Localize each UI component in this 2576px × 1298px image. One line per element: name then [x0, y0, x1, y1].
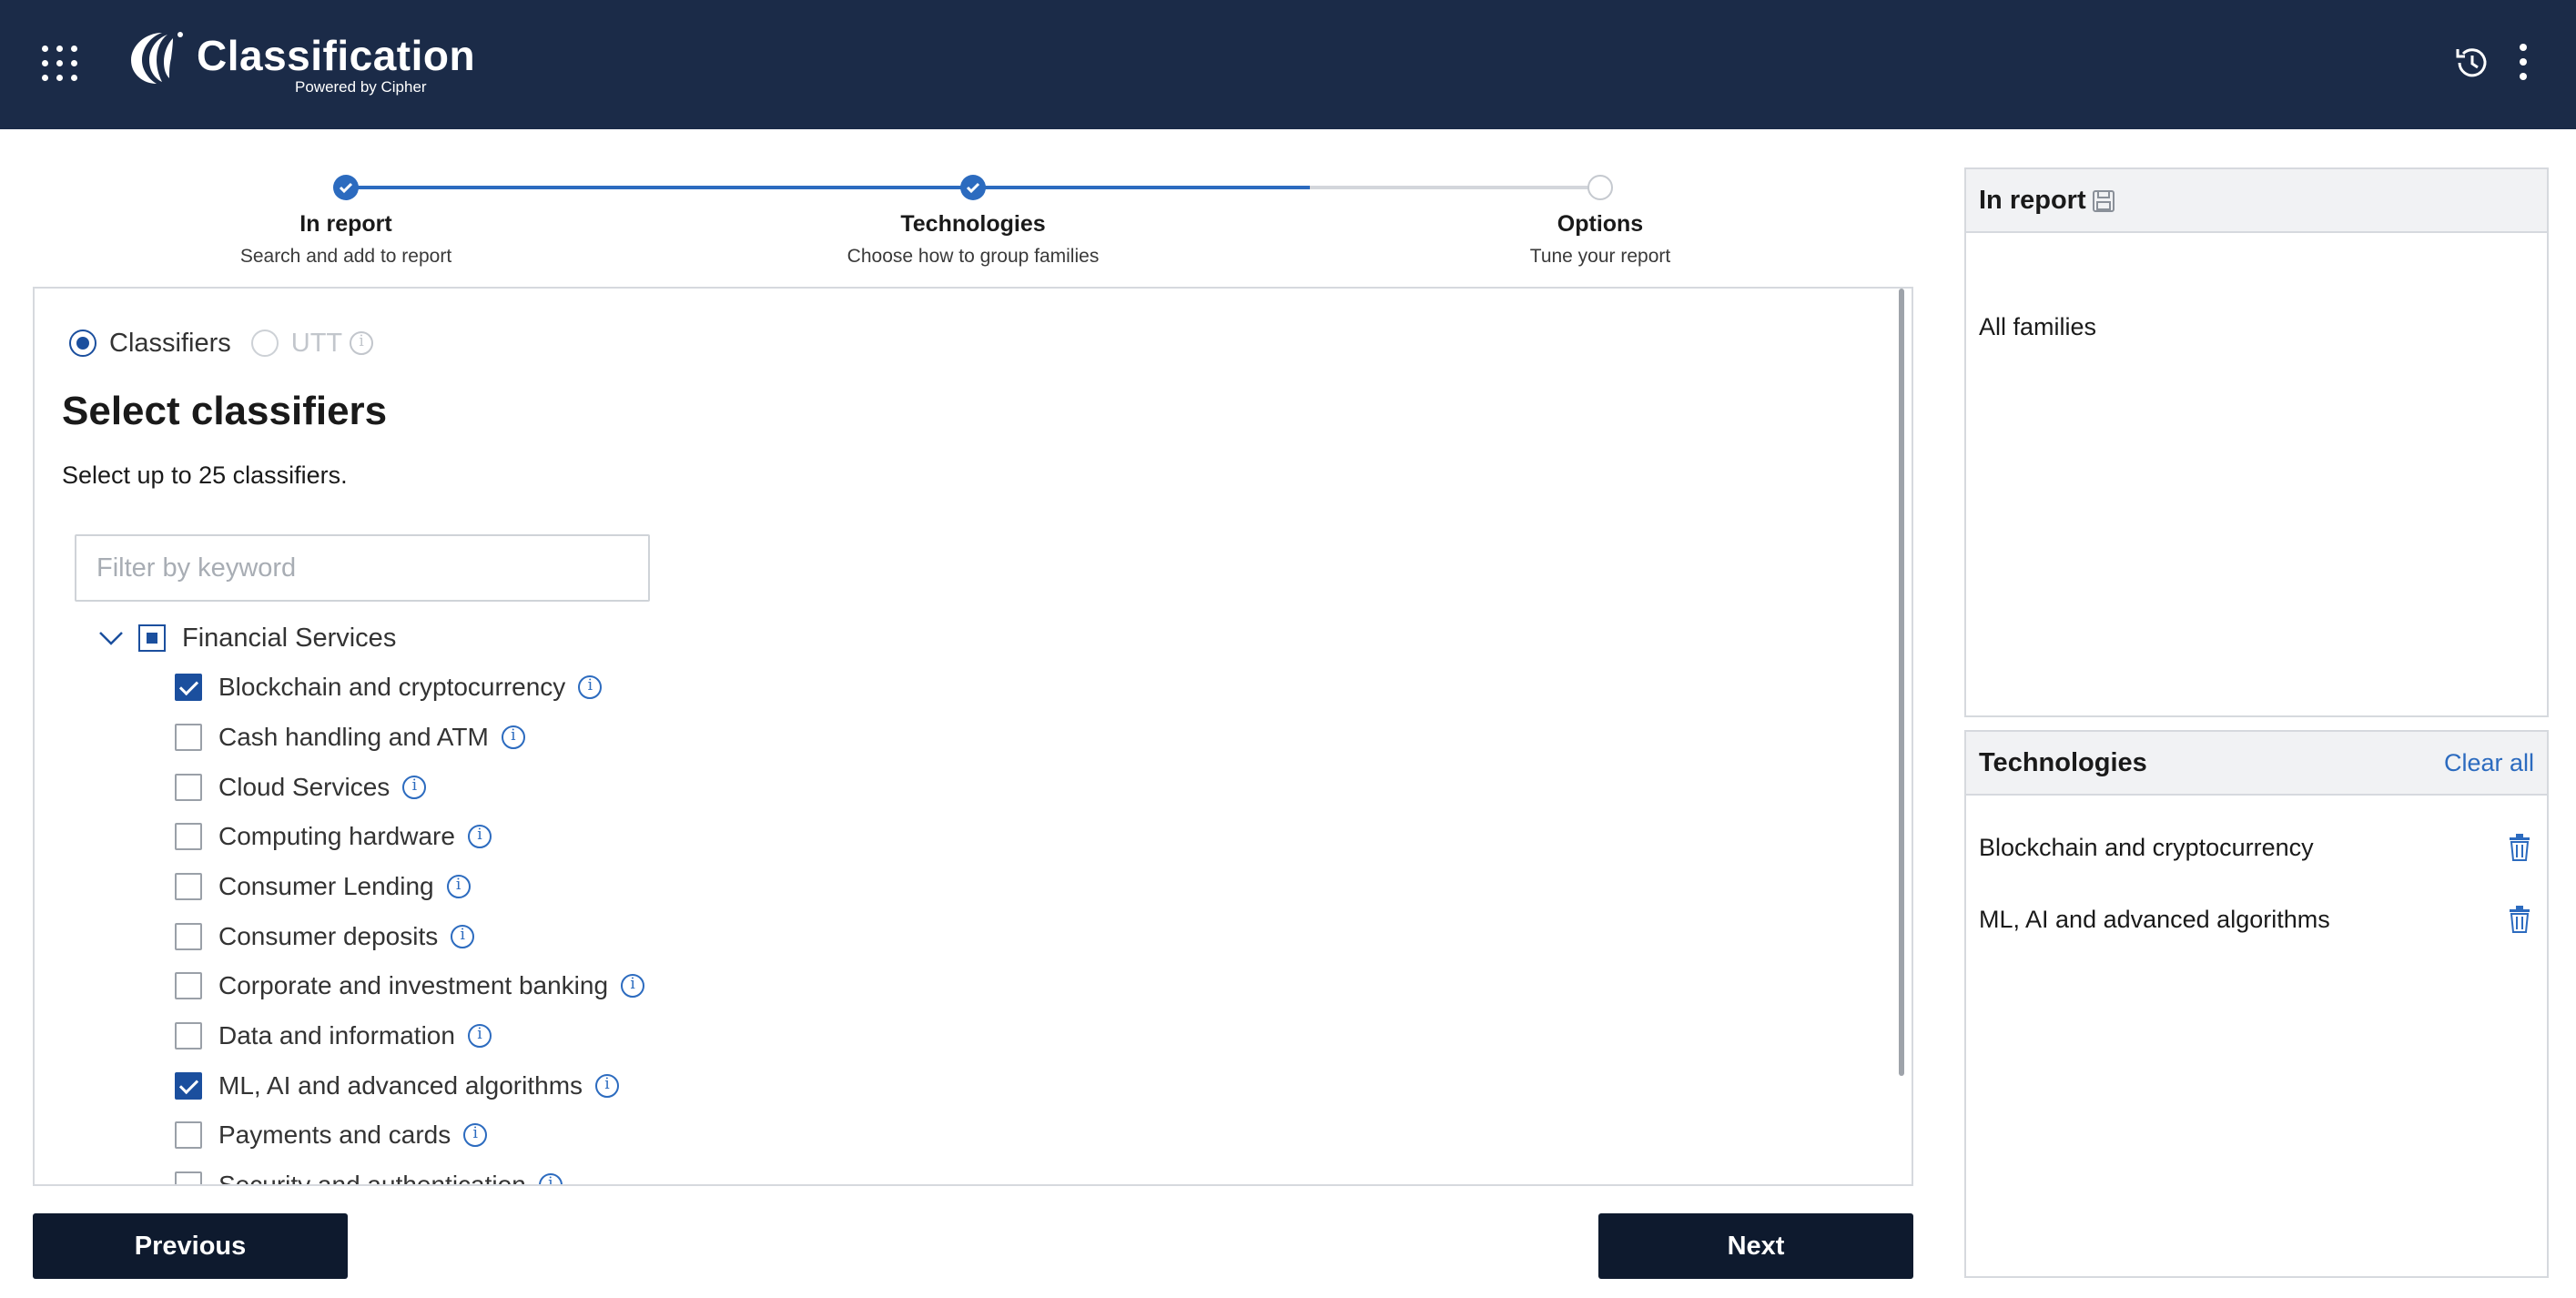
info-icon[interactable] — [463, 1123, 488, 1147]
item-checkbox[interactable] — [175, 724, 202, 751]
step-connector-done — [346, 186, 973, 189]
item-checkbox[interactable] — [175, 1171, 202, 1184]
utt-info-icon[interactable] — [350, 331, 374, 355]
info-icon[interactable] — [578, 675, 603, 699]
step-2-subtitle: Choose how to group families — [847, 246, 1100, 267]
item-label[interactable]: Consumer Lending — [218, 872, 434, 901]
list-item[interactable]: Computing hardware — [175, 818, 492, 855]
item-checkbox[interactable] — [175, 674, 202, 701]
list-item[interactable]: Consumer deposits — [175, 918, 475, 955]
item-label[interactable]: Blockchain and cryptocurrency — [218, 673, 565, 702]
step-connector-progress — [973, 186, 1310, 189]
radio-utt-label: UTT — [290, 328, 343, 358]
save-icon[interactable] — [2092, 189, 2115, 213]
item-checkbox[interactable] — [175, 1121, 202, 1149]
radio-classifiers[interactable] — [69, 330, 96, 357]
item-label[interactable]: Data and information — [218, 1021, 455, 1050]
info-icon[interactable] — [467, 1024, 492, 1048]
group-label[interactable]: Financial Services — [182, 624, 396, 654]
radio-classifiers-label[interactable]: Classifiers — [109, 329, 231, 359]
in-report-panel: In report All families — [1964, 167, 2549, 717]
in-report-content: All families — [1979, 313, 2097, 340]
classifier-panel: Classifiers UTT Select classifiers Selec… — [33, 287, 1913, 1186]
item-label[interactable]: Cloud Services — [218, 773, 390, 802]
info-icon[interactable] — [501, 725, 525, 749]
section-description: Select up to 25 classifiers. — [62, 461, 348, 489]
step-2-check-icon — [960, 175, 986, 200]
item-checkbox[interactable] — [175, 873, 202, 900]
clear-all-link[interactable]: Clear all — [2444, 749, 2534, 777]
trash-icon[interactable] — [2509, 834, 2530, 861]
top-bar: Classification Powered by Cipher — [0, 0, 2576, 129]
info-icon[interactable] — [451, 925, 475, 948]
list-item[interactable]: Security and authentication — [175, 1167, 563, 1184]
step-1-title[interactable]: In report — [73, 211, 619, 238]
list-item[interactable]: Blockchain and cryptocurrency — [175, 669, 603, 705]
item-label[interactable]: Payments and cards — [218, 1121, 451, 1150]
tech-item-label: Blockchain and cryptocurrency — [1979, 834, 2314, 861]
item-checkbox[interactable] — [175, 1022, 202, 1050]
group-financial-services: Financial Services — [96, 620, 396, 656]
app-title: Classification — [197, 32, 476, 79]
step-2-title[interactable]: Technologies — [700, 211, 1246, 238]
section-title: Select classifiers — [62, 389, 388, 433]
radio-utt — [250, 330, 279, 357]
in-report-title: In report — [1979, 186, 2086, 215]
source-radio-group: Classifiers UTT — [69, 325, 374, 361]
item-checkbox[interactable] — [175, 1072, 202, 1100]
item-checkbox[interactable] — [175, 774, 202, 801]
item-checkbox[interactable] — [175, 923, 202, 950]
app-subtitle: Powered by Cipher — [295, 78, 427, 96]
step-3-subtitle: Tune your report — [1529, 246, 1671, 267]
item-label[interactable]: Security and authentication — [218, 1171, 526, 1184]
step-1-check-icon — [333, 175, 359, 200]
step-connector-todo — [1310, 186, 1600, 189]
info-icon[interactable] — [621, 974, 645, 998]
apps-grid-icon[interactable] — [42, 46, 78, 82]
step-3-pending-icon — [1587, 175, 1613, 200]
trash-icon[interactable] — [2509, 906, 2530, 933]
chevron-down-icon[interactable] — [96, 624, 126, 653]
item-label[interactable]: Consumer deposits — [218, 922, 438, 951]
logo-icon[interactable] — [122, 27, 191, 87]
filter-input[interactable] — [75, 534, 650, 602]
list-item[interactable]: Corporate and investment banking — [175, 968, 645, 1004]
more-vert-icon[interactable] — [2512, 44, 2534, 84]
panel-scrollbar[interactable] — [1899, 289, 1904, 1076]
info-icon[interactable] — [402, 776, 427, 799]
technologies-panel: Technologies Clear all Blockchain and cr… — [1964, 730, 2549, 1278]
list-item[interactable]: Cash handling and ATM — [175, 719, 525, 755]
list-item[interactable]: Data and information — [175, 1018, 492, 1054]
item-label[interactable]: Computing hardware — [218, 822, 455, 851]
list-item[interactable]: Consumer Lending — [175, 868, 471, 905]
item-label[interactable]: Cash handling and ATM — [218, 723, 489, 752]
stepper: In report Search and add to report Techn… — [33, 164, 1913, 273]
tech-item-label: ML, AI and advanced algorithms — [1979, 906, 2330, 933]
list-item[interactable]: Payments and cards — [175, 1117, 488, 1153]
item-checkbox[interactable] — [175, 972, 202, 999]
item-label[interactable]: ML, AI and advanced algorithms — [218, 1071, 583, 1100]
in-report-header: In report — [1966, 169, 2547, 233]
step-1-subtitle: Search and add to report — [239, 246, 452, 267]
list-item[interactable]: ML, AI and advanced algorithms — [175, 1068, 620, 1104]
step-3-title[interactable]: Options — [1327, 211, 1873, 238]
info-icon[interactable] — [467, 825, 492, 848]
list-item[interactable]: Cloud Services — [175, 769, 427, 806]
group-checkbox[interactable] — [138, 624, 166, 652]
info-icon[interactable] — [446, 875, 471, 898]
item-checkbox[interactable] — [175, 823, 202, 850]
info-icon[interactable] — [595, 1074, 620, 1098]
next-button[interactable]: Next — [1598, 1213, 1913, 1279]
technologies-header: Technologies Clear all — [1966, 732, 2547, 796]
item-label[interactable]: Corporate and investment banking — [218, 971, 608, 1000]
info-icon[interactable] — [538, 1173, 563, 1184]
technologies-title: Technologies — [1979, 748, 2147, 777]
previous-button[interactable]: Previous — [33, 1213, 348, 1279]
history-icon[interactable] — [2452, 44, 2490, 82]
